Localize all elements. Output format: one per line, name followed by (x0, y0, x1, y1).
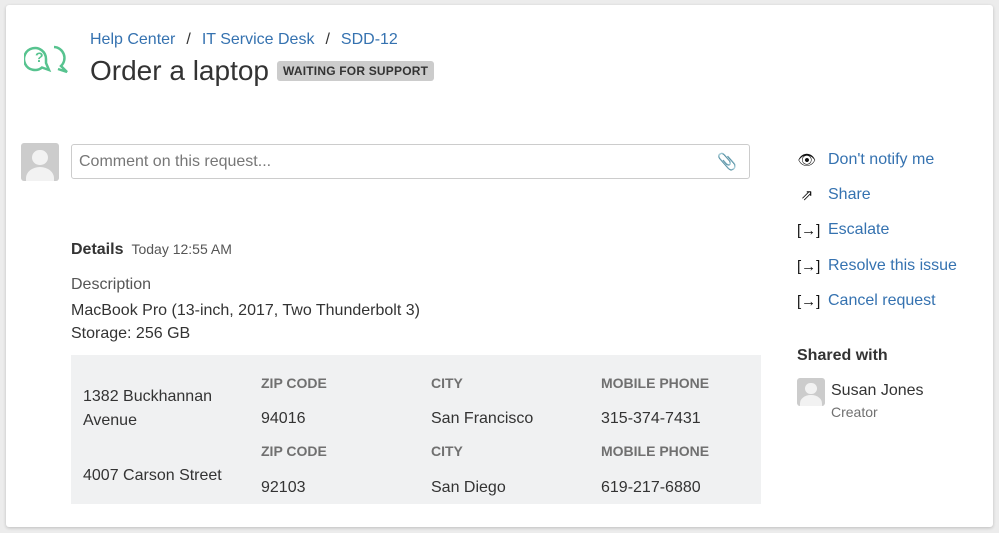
details-time: Today 12:55 AM (131, 241, 232, 257)
phone-cell: 619-217-6880 (601, 479, 701, 496)
zip-cell: 92103 (261, 479, 306, 496)
details-label: Details (71, 241, 124, 258)
action-label: Resolve this issue (828, 257, 957, 274)
breadcrumb: Help Center / IT Service Desk / SDD-12 (90, 31, 398, 48)
phone-header: MOBILE PHONE (601, 375, 710, 391)
title-text: Order a laptop (90, 55, 269, 86)
eye-icon: 👁 (797, 152, 817, 169)
action-label: Cancel request (828, 292, 936, 309)
phone-header: MOBILE PHONE (601, 443, 710, 459)
city-header: CITY (431, 443, 463, 459)
resolve-button[interactable]: [→] Resolve this issue (797, 257, 957, 275)
request-card: ? Help Center / IT Service Desk / SDD-12 Ord… (6, 5, 993, 527)
action-label: Escalate (828, 221, 890, 238)
comment-input[interactable]: Comment on this request... 📎 (71, 144, 750, 179)
zip-header: ZIP CODE (261, 443, 327, 459)
zip-header: ZIP CODE (261, 375, 327, 391)
description-text: MacBook Pro (13-inch, 2017, Two Thunderb… (71, 299, 420, 345)
svg-text:?: ? (35, 49, 44, 65)
share-button[interactable]: ⇗ Share (797, 186, 871, 204)
cancel-request-button[interactable]: [→] Cancel request (797, 292, 936, 310)
breadcrumb-issue-key[interactable]: SDD-12 (341, 31, 398, 48)
transition-icon: [→] (797, 221, 821, 239)
page-title: Order a laptop WAITING FOR SUPPORT (90, 55, 435, 87)
city-cell: San Diego (431, 479, 506, 496)
transition-icon: [→] (797, 292, 821, 310)
share-icon: ⇗ (800, 187, 814, 204)
breadcrumb-help-center[interactable]: Help Center (90, 31, 175, 48)
shared-with-heading: Shared with (797, 347, 888, 364)
attachment-icon[interactable]: 📎 (717, 152, 737, 172)
description-line: MacBook Pro (13-inch, 2017, Two Thunderb… (71, 302, 420, 319)
address-cell: 1382 Buckhannan Avenue (83, 388, 212, 429)
user-avatar (21, 143, 59, 181)
address-table: 1382 Buckhannan Avenue ZIP CODE CITY MOB… (71, 355, 761, 504)
zip-cell: 94016 (261, 410, 306, 427)
shared-user-name: Susan Jones (831, 382, 924, 399)
dont-notify-button[interactable]: 👁 Don't notify me (797, 151, 934, 169)
city-cell: San Francisco (431, 410, 534, 427)
address-cell: 4007 Carson Street (83, 467, 222, 484)
breadcrumb-service-desk[interactable]: IT Service Desk (202, 31, 315, 48)
action-label: Share (828, 186, 871, 203)
shared-user-avatar (797, 378, 825, 406)
comment-placeholder: Comment on this request... (79, 153, 272, 170)
shared-user-role: Creator (831, 404, 878, 420)
transition-icon: [→] (797, 257, 821, 275)
description-label: Description (71, 276, 152, 293)
status-badge: WAITING FOR SUPPORT (277, 61, 435, 81)
escalate-button[interactable]: [→] Escalate (797, 221, 889, 239)
description-line: Storage: 256 GB (71, 325, 191, 342)
help-center-logo-icon: ? (22, 39, 74, 84)
action-label: Don't notify me (828, 151, 935, 168)
phone-cell: 315-374-7431 (601, 410, 701, 427)
details-heading: Details Today 12:55 AM (71, 241, 232, 259)
city-header: CITY (431, 375, 463, 391)
